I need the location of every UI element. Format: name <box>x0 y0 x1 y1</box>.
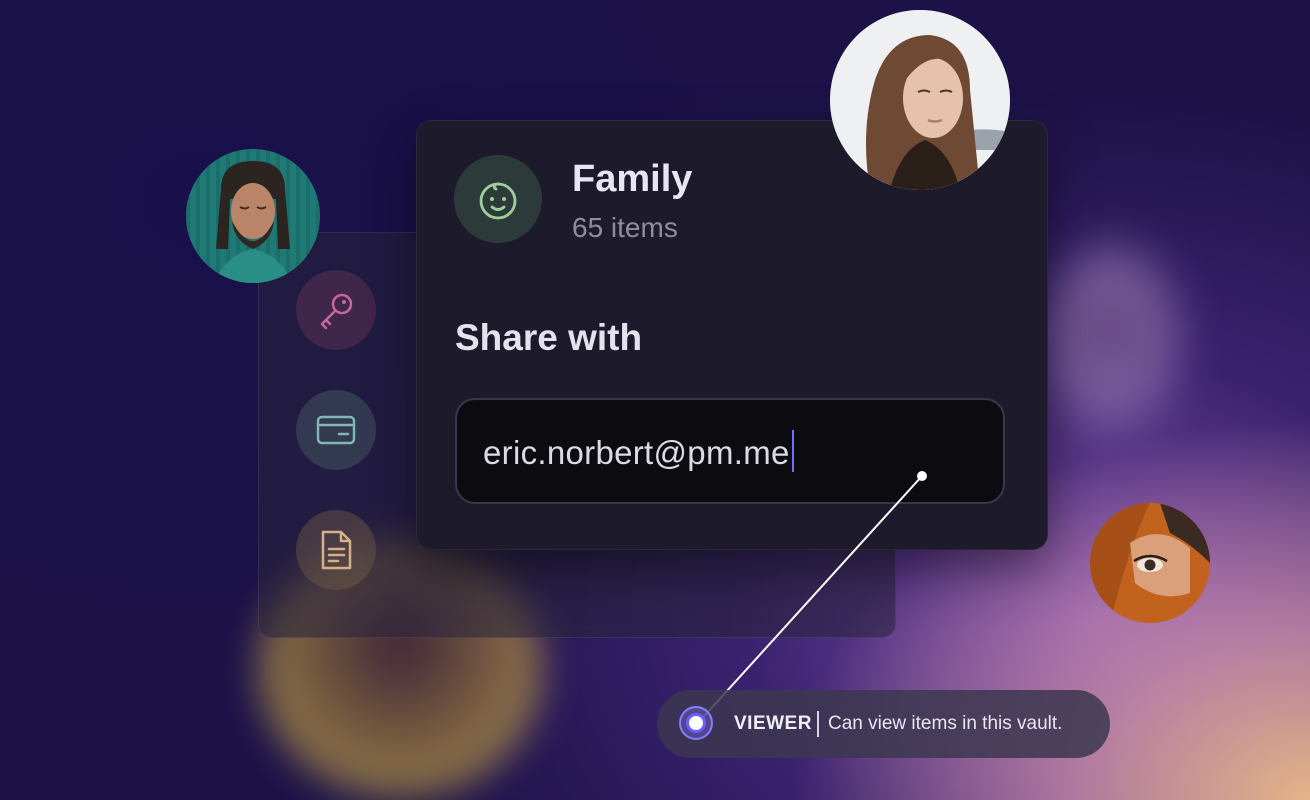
avatar-partial-face <box>1090 503 1210 623</box>
email-field-value[interactable]: eric.norbert@pm.me <box>483 430 794 472</box>
role-description: Can view items in this vault. <box>828 713 1063 734</box>
baby-face-icon <box>479 182 517 220</box>
role-indicator-icon <box>679 706 713 740</box>
avatar-man <box>186 149 320 283</box>
credit-card-icon <box>316 415 356 445</box>
key-icon <box>320 293 353 330</box>
vault-name: Family <box>572 158 693 200</box>
blurred-avatar <box>1040 245 1180 435</box>
role-name: VIEWER <box>734 713 812 734</box>
role-divider <box>817 711 819 737</box>
avatar-woman <box>830 10 1010 190</box>
share-with-heading: Share with <box>455 317 643 358</box>
text-caret <box>791 430 794 472</box>
login-item-button[interactable] <box>296 270 376 350</box>
vault-item-count: 65 items <box>572 212 678 243</box>
note-item-button[interactable] <box>296 510 376 590</box>
vault-icon-badge <box>454 155 542 243</box>
card-item-button[interactable] <box>296 390 376 470</box>
document-icon <box>321 530 352 570</box>
